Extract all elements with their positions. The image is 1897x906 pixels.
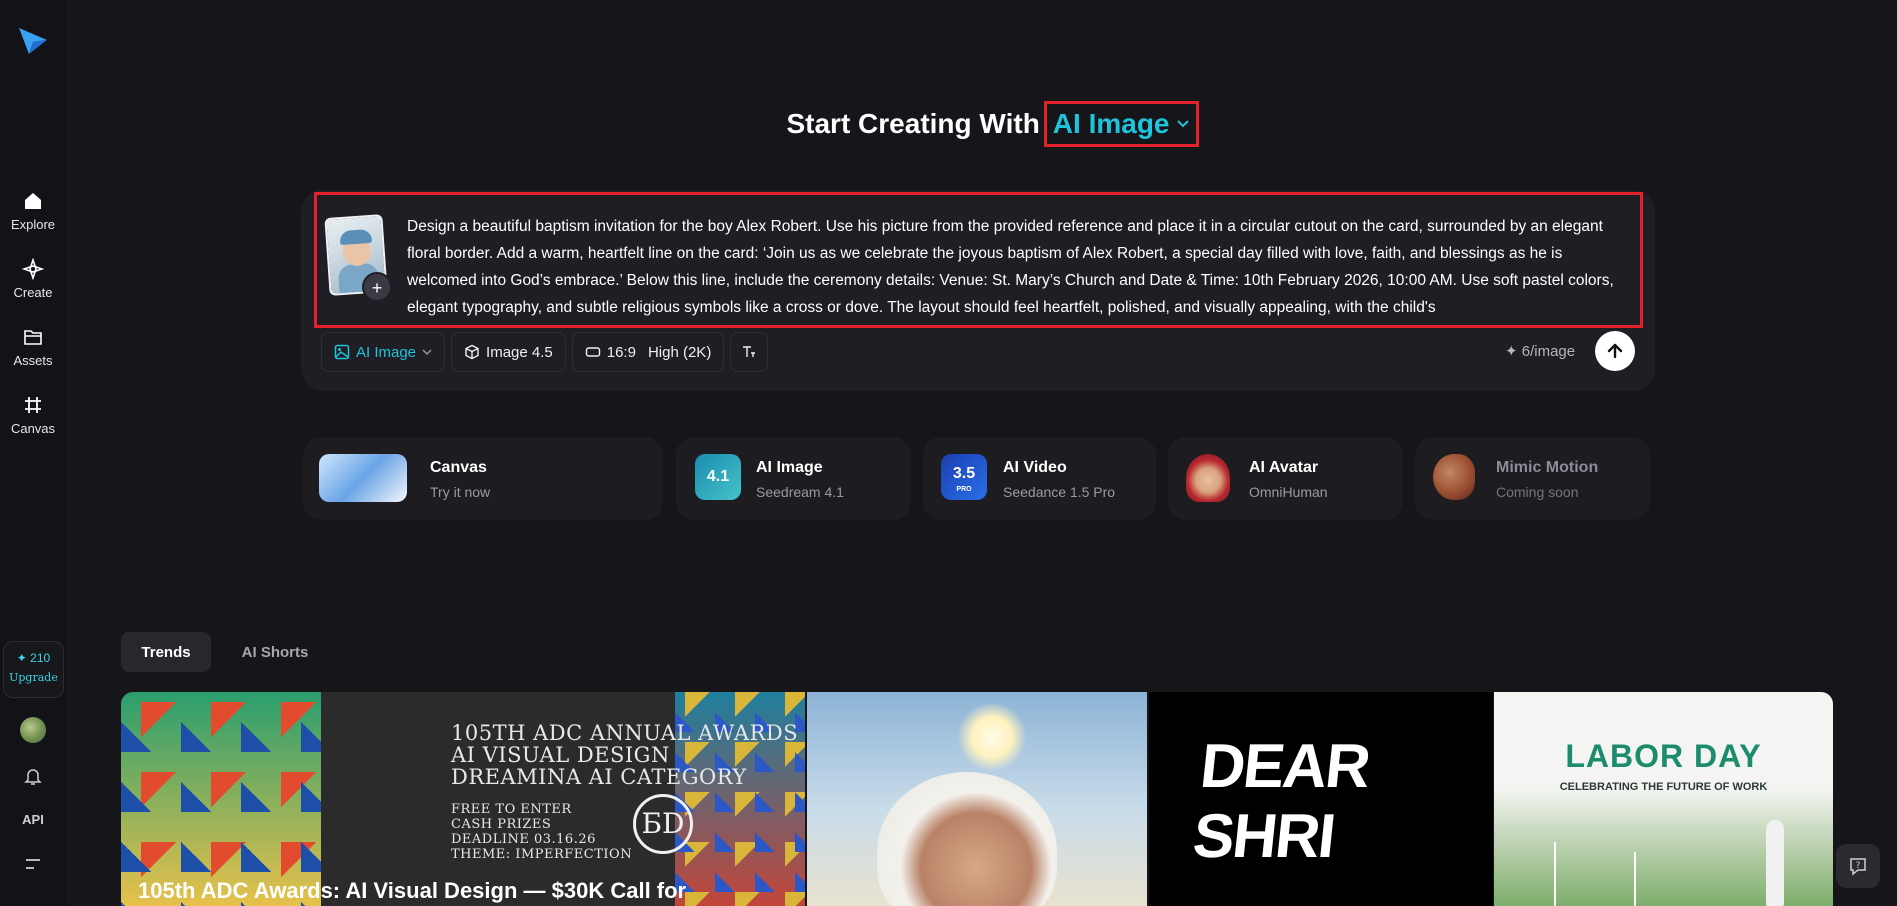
feature-title: Canvas	[430, 459, 487, 476]
cube-icon	[465, 344, 479, 360]
feature-subtitle: OmniHuman	[1249, 484, 1328, 500]
ratio-label: 16:9	[606, 343, 636, 361]
seedance-badge-icon: 3.5 PRO	[941, 454, 987, 500]
feature-title: AI Avatar	[1249, 459, 1319, 476]
wind-turbine	[1634, 852, 1636, 906]
feature-card-ai-avatar[interactable]: AI Avatar OmniHuman	[1168, 437, 1403, 520]
feature-card-ai-video[interactable]: 3.5 PRO AI Video Seedance 1.5 Pro	[923, 437, 1156, 520]
cost-per-image: ✦ 6/image	[1505, 343, 1576, 360]
dreamina-logo-icon[interactable]	[17, 26, 49, 56]
add-reference-button[interactable]: +	[362, 272, 392, 302]
canvas-grid-icon	[25, 397, 41, 413]
tab-ai-shorts[interactable]: AI Shorts	[229, 632, 321, 672]
text-style-button[interactable]	[730, 332, 769, 372]
help-icon: ?	[1850, 858, 1866, 876]
avatar-thumbnail	[1186, 454, 1230, 502]
feature-title: AI Video	[1003, 459, 1067, 476]
adc-logo: ƂD	[633, 794, 693, 854]
feature-card-mimic-motion: Mimic Motion Coming soon	[1415, 437, 1650, 520]
gallery-card-labor-day[interactable]: LABOR DAY CELEBRATING THE FUTURE OF WORK	[1494, 692, 1833, 906]
seedream-badge-icon: 4.1	[695, 454, 741, 500]
feature-subtitle: Seedream 4.1	[756, 484, 844, 500]
sidebar-item-label: Create	[13, 285, 53, 300]
feature-card-ai-image[interactable]: 4.1 AI Image Seedream 4.1	[676, 437, 911, 520]
feature-card-canvas[interactable]: Canvas Try it now	[303, 437, 663, 520]
folder-icon	[24, 330, 42, 345]
image-icon	[334, 344, 350, 360]
chevron-down-icon	[1176, 120, 1189, 128]
model-dropdown-label: AI Image	[1052, 108, 1170, 139]
poster-title: LABOR DAY	[1565, 738, 1762, 774]
sidebar-item-label: Explore	[10, 217, 56, 232]
poster-line: DREAMINA AI CATEGORY	[451, 765, 747, 789]
badge-version: 3.5	[952, 465, 976, 482]
sidebar-item-explore[interactable]: Explore	[0, 190, 66, 234]
feature-subtitle: Try it now	[430, 484, 491, 500]
credits-upgrade-box[interactable]: ✦ 210 Upgrade	[3, 641, 64, 698]
sun-glow	[957, 702, 1027, 772]
sidebar-item-canvas[interactable]: Canvas	[0, 394, 66, 438]
rocket	[1766, 820, 1784, 906]
sidebar-item-label: Assets	[13, 353, 53, 368]
generate-button[interactable]	[1595, 331, 1635, 371]
tab-trends[interactable]: Trends	[121, 632, 211, 672]
prompt-input[interactable]: Design a beautiful baptism invitation fo…	[407, 213, 1634, 321]
model-dropdown[interactable]: AI Image	[1043, 101, 1199, 147]
arrow-up-icon	[1607, 343, 1623, 359]
sidebar-item-assets[interactable]: Assets	[0, 326, 66, 370]
upgrade-link[interactable]: Upgrade	[4, 671, 63, 684]
model-version-selector[interactable]: Image 4.5	[451, 332, 566, 372]
mode-label: AI Image	[356, 343, 417, 361]
portrait-figure	[877, 772, 1057, 906]
gallery-card-adc-awards[interactable]: 105TH ADC ANNUAL AWARDS AI VISUAL DESIGN…	[121, 692, 805, 906]
poster-line: 105TH ADC ANNUAL AWARDS	[451, 721, 799, 745]
poster-line: SHRI	[1189, 802, 1338, 871]
bell-icon[interactable]	[22, 765, 44, 787]
gallery-card-dear-shri[interactable]: DEAR SHRI	[1149, 692, 1493, 906]
gallery-card-elder-portrait[interactable]	[807, 692, 1147, 906]
generation-toolbar: AI Image Image 4.5 16:9 High (2K)	[321, 332, 769, 372]
canvas-thumbnail	[319, 454, 407, 502]
sparkle-icon	[22, 258, 44, 280]
api-link[interactable]: API	[0, 812, 66, 827]
poster-line: DEAR	[1197, 732, 1373, 801]
credit-balance: ✦ 210	[16, 651, 51, 665]
poster-detail: DEADLINE 03.16.26	[451, 832, 596, 847]
sidebar-item-label: Canvas	[10, 421, 56, 436]
poster-detail: CASH PRIZES	[451, 817, 552, 832]
feature-title: AI Image	[756, 459, 823, 476]
title-prefix: Start Creating With	[786, 108, 1040, 139]
feature-subtitle: Coming soon	[1496, 484, 1579, 500]
avatar[interactable]	[20, 717, 46, 743]
aspect-ratio-icon	[585, 347, 600, 357]
quality-label: High (2K)	[647, 343, 712, 361]
home-icon	[25, 193, 41, 209]
ratio-quality-selector[interactable]: 16:9 High (2K)	[571, 332, 725, 372]
poster-detail: THEME: IMPERFECTION	[451, 847, 633, 862]
gallery-caption: 105th ADC Awards: AI Visual Design — $30…	[138, 878, 687, 903]
svg-text:?: ?	[1856, 861, 1861, 871]
poster-headline: 105TH ADC ANNUAL AWARDS AI VISUAL DESIGN…	[451, 722, 798, 862]
wind-turbine	[1554, 842, 1556, 906]
feature-subtitle: Seedance 1.5 Pro	[1003, 484, 1116, 500]
poster-subtitle: CELEBRATING THE FUTURE OF WORK	[1559, 781, 1768, 793]
feature-title: Mimic Motion	[1496, 459, 1599, 476]
poster-pattern-left	[121, 692, 321, 906]
page-title: Start Creating With AI Image	[0, 101, 1897, 147]
badge-pro: PRO	[956, 486, 972, 493]
mode-selector[interactable]: AI Image	[321, 332, 446, 372]
poster-detail: FREE TO ENTER	[451, 802, 572, 817]
model-version-label: Image 4.5	[486, 343, 553, 361]
sidebar-item-create[interactable]: Create	[0, 258, 66, 302]
poster-line: AI VISUAL DESIGN	[451, 743, 670, 767]
chevron-down-icon	[422, 349, 432, 355]
menu-icon[interactable]	[24, 856, 42, 872]
help-button[interactable]: ?	[1836, 844, 1880, 888]
mimic-motion-thumbnail	[1433, 454, 1475, 500]
poster-text: DEAR SHRI	[1190, 732, 1372, 872]
text-format-icon	[743, 346, 756, 357]
